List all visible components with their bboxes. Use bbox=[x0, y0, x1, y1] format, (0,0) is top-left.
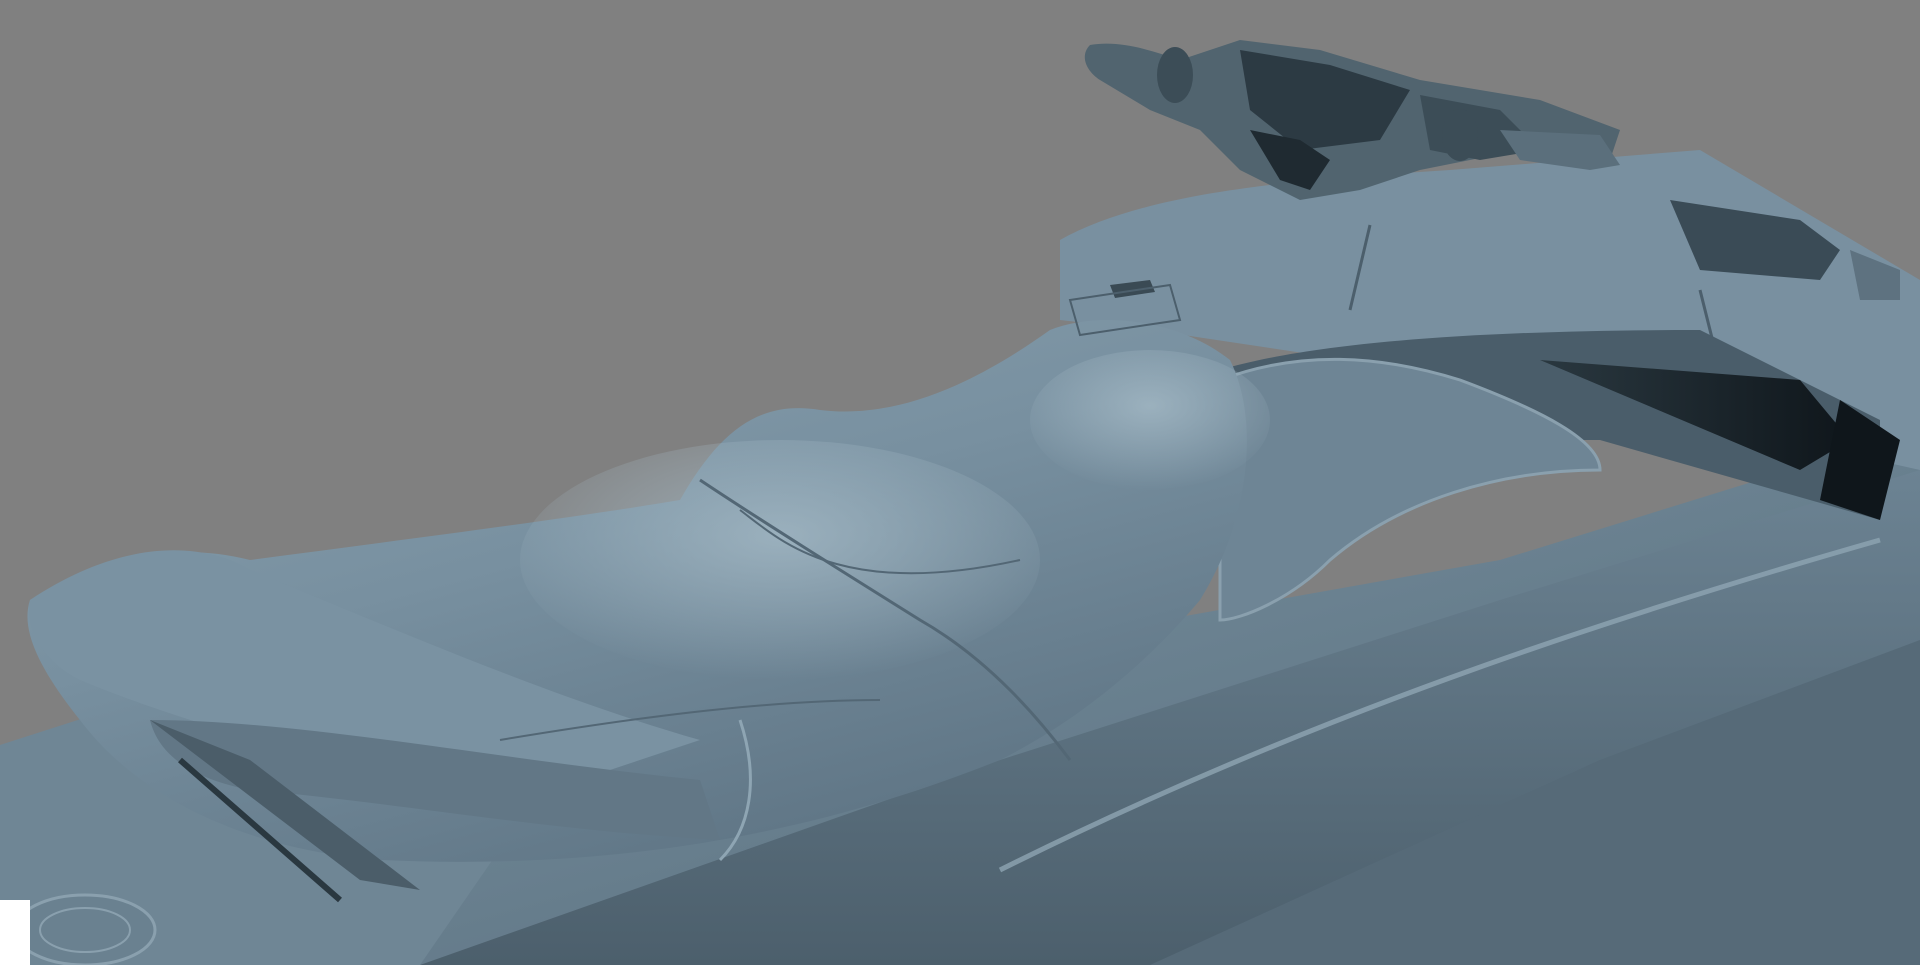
jetski-render bbox=[0, 0, 1920, 965]
3d-viewport[interactable] bbox=[0, 0, 1920, 965]
corner-swatch bbox=[0, 900, 30, 965]
deck-hatch bbox=[13, 893, 157, 965]
